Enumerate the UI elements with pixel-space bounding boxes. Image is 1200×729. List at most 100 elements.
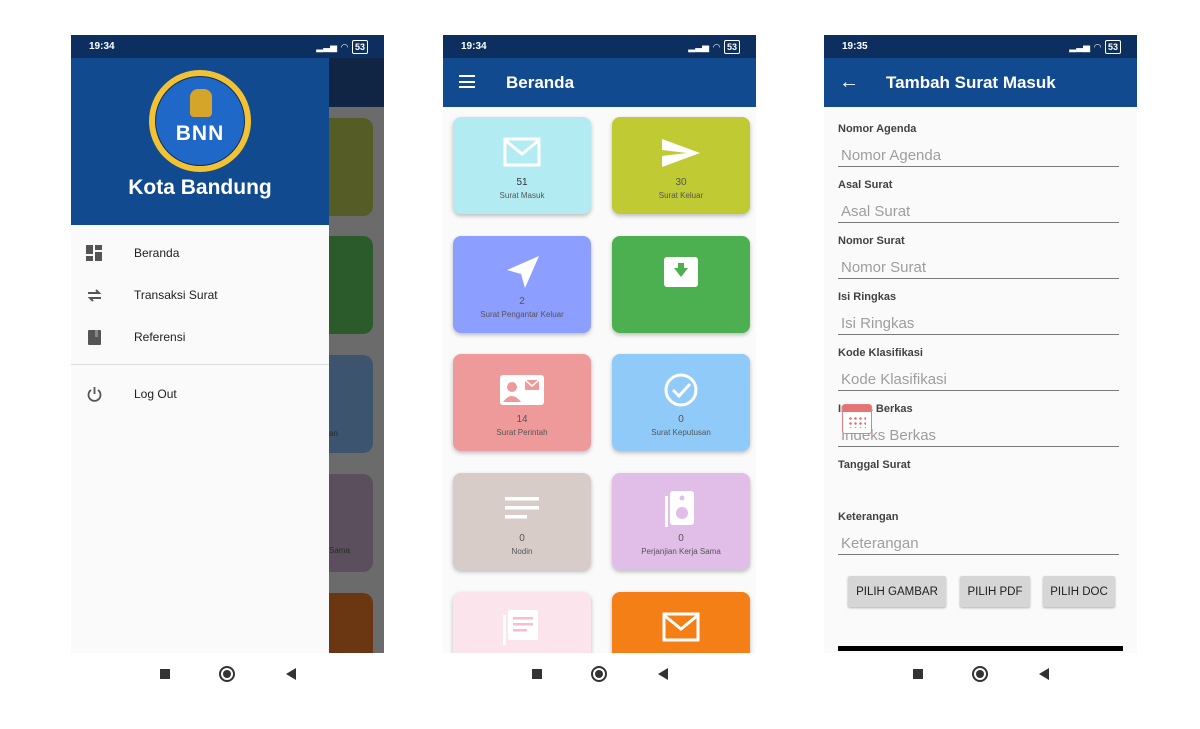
label-nomor-agenda: Nomor Agenda bbox=[838, 123, 917, 135]
tile-count: 2 bbox=[519, 296, 525, 307]
home-button[interactable] bbox=[972, 666, 988, 682]
app-bar: ← Tambah Surat Masuk bbox=[824, 58, 1137, 107]
tile-count: 0 bbox=[678, 533, 684, 544]
recents-button[interactable] bbox=[910, 666, 926, 682]
dashboard-grid: 51 Surat Masuk 30 Surat Keluar 2 Surat P… bbox=[443, 107, 756, 653]
recents-button[interactable] bbox=[157, 666, 173, 682]
menu-item-referensi[interactable]: Referensi bbox=[71, 317, 329, 357]
behind-tile-label: Sama bbox=[329, 546, 350, 555]
status-time: 19:34 bbox=[461, 41, 487, 52]
logo-text: BNN bbox=[175, 122, 225, 145]
system-nav-bar bbox=[443, 653, 756, 695]
nomor-agenda-field[interactable] bbox=[838, 145, 1119, 167]
label-kode-klasifikasi: Kode Klasifikasi bbox=[838, 347, 923, 359]
keterangan-field[interactable] bbox=[838, 533, 1119, 555]
pilih-pdf-button[interactable]: PILIH PDF bbox=[960, 576, 1030, 607]
phone-screen-dashboard: 19:34 ▂▃▅ ◠ 53 Beranda 51 Surat Masuk 30… bbox=[443, 35, 756, 695]
tile-surat-pengantar-keluar[interactable]: 2 Surat Pengantar Keluar bbox=[453, 236, 591, 333]
behind-tile-label: an bbox=[329, 429, 338, 438]
tile-perjanjian-kerja-sama[interactable]: 0 Perjanjian Kerja Sama bbox=[612, 473, 750, 570]
menu-label: Transaksi Surat bbox=[134, 288, 218, 302]
signal-icon: ▂▃▅ bbox=[688, 42, 710, 52]
navigation-drawer: BNN Kota Bandung Beranda Transaksi Surat… bbox=[71, 58, 329, 653]
tile-label: Surat Keluar bbox=[658, 191, 704, 200]
back-arrow-icon[interactable]: ← bbox=[839, 71, 859, 94]
page-title: Beranda bbox=[506, 73, 575, 92]
add-incoming-letter-form: Nomor Agenda Asal Surat Nomor Surat Isi … bbox=[824, 107, 1137, 653]
pilih-gambar-button[interactable]: PILIH GAMBAR bbox=[848, 576, 946, 607]
label-asal-surat: Asal Surat bbox=[838, 179, 893, 191]
menu-label: Referensi bbox=[134, 330, 186, 344]
archive-icon bbox=[664, 257, 698, 287]
tile-surat-keputusan[interactable]: 0 Surat Keputusan bbox=[612, 354, 750, 451]
bottom-edge-bar bbox=[838, 646, 1123, 651]
back-button[interactable] bbox=[285, 666, 301, 682]
label-nomor-surat: Nomor Surat bbox=[838, 235, 905, 247]
status-bar: 19:35 ▂▃▅ ◠ 53 bbox=[824, 35, 1137, 58]
library-books-icon bbox=[503, 610, 538, 645]
recents-button[interactable] bbox=[529, 666, 545, 682]
tile-count: 0 bbox=[678, 414, 684, 425]
kode-klasifikasi-field[interactable] bbox=[838, 369, 1119, 391]
tile-surat-keluar[interactable]: 30 Surat Keluar bbox=[612, 117, 750, 214]
wifi-icon: ◠ bbox=[341, 42, 348, 52]
tile-pink[interactable] bbox=[453, 592, 591, 653]
signal-icon: ▂▃▅ bbox=[1069, 42, 1091, 52]
drawer-header: BNN Kota Bandung bbox=[71, 58, 329, 225]
battery-icon: 53 bbox=[723, 40, 740, 54]
menu-item-transaksi-surat[interactable]: Transaksi Surat bbox=[71, 275, 329, 315]
status-bar: 19:34 ▂▃▅ ◠ 53 bbox=[443, 35, 756, 58]
check-circle-icon bbox=[664, 373, 698, 407]
nomor-surat-field[interactable] bbox=[838, 257, 1119, 279]
status-bar: 19:34 ▂▃▅ ◠ 53 bbox=[71, 35, 384, 58]
garuda-emblem-icon bbox=[190, 89, 212, 117]
tile-nodin[interactable]: 0 Nodin bbox=[453, 473, 591, 570]
tile-label: Surat Pengantar Keluar bbox=[480, 310, 564, 319]
menu-icon[interactable] bbox=[459, 75, 475, 88]
speaker-icon bbox=[665, 491, 694, 527]
status-time: 19:35 bbox=[842, 41, 868, 52]
tile-count: 51 bbox=[516, 177, 528, 188]
bnn-logo: BNN bbox=[149, 70, 251, 172]
menu-label: Log Out bbox=[134, 387, 177, 401]
pilih-doc-button[interactable]: PILIH DOC bbox=[1043, 576, 1115, 607]
back-button[interactable] bbox=[1038, 666, 1054, 682]
status-time: 19:34 bbox=[89, 41, 115, 52]
wifi-icon: ◠ bbox=[1094, 42, 1101, 52]
back-button[interactable] bbox=[657, 666, 673, 682]
wifi-icon: ◠ bbox=[713, 42, 720, 52]
label-tanggal-surat: Tanggal Surat bbox=[838, 459, 911, 471]
label-isi-ringkas: Isi Ringkas bbox=[838, 291, 897, 303]
tile-orange[interactable] bbox=[612, 592, 750, 653]
signal-icon: ▂▃▅ bbox=[316, 42, 338, 52]
drawer-title: Kota Bandung bbox=[128, 176, 272, 199]
notes-icon bbox=[505, 497, 539, 519]
home-button[interactable] bbox=[591, 666, 607, 682]
menu-divider bbox=[71, 364, 329, 365]
home-button[interactable] bbox=[219, 666, 235, 682]
tile-count: 30 bbox=[675, 177, 687, 188]
tile-count: 14 bbox=[516, 414, 528, 425]
book-icon bbox=[88, 330, 101, 345]
phone-screen-form: 19:35 ▂▃▅ ◠ 53 ← Tambah Surat Masuk Nomo… bbox=[824, 35, 1137, 695]
calendar-icon[interactable] bbox=[842, 404, 872, 434]
tile-surat-perintah[interactable]: 14 Surat Perintah bbox=[453, 354, 591, 451]
menu-item-logout[interactable]: Log Out bbox=[71, 374, 329, 414]
tile-arsip[interactable] bbox=[612, 236, 750, 333]
label-keterangan: Keterangan bbox=[838, 511, 899, 523]
send-icon bbox=[662, 139, 700, 167]
tile-label: Surat Perintah bbox=[496, 428, 548, 437]
menu-item-beranda[interactable]: Beranda bbox=[71, 233, 329, 273]
system-nav-bar bbox=[824, 653, 1137, 695]
app-bar: Beranda bbox=[443, 58, 756, 107]
indeks-berkas-field[interactable] bbox=[838, 425, 1119, 447]
mail-icon bbox=[503, 137, 541, 167]
tile-surat-masuk[interactable]: 51 Surat Masuk bbox=[453, 117, 591, 214]
page-title: Tambah Surat Masuk bbox=[886, 73, 1056, 92]
contact-card-icon bbox=[500, 375, 544, 405]
power-icon bbox=[87, 387, 102, 402]
battery-icon: 53 bbox=[351, 40, 368, 54]
isi-ringkas-field[interactable] bbox=[838, 313, 1119, 335]
phone-screen-drawer: 19:34 ▂▃▅ ◠ 53 an Sama BNN Kota Bandung bbox=[71, 35, 384, 695]
asal-surat-field[interactable] bbox=[838, 201, 1119, 223]
